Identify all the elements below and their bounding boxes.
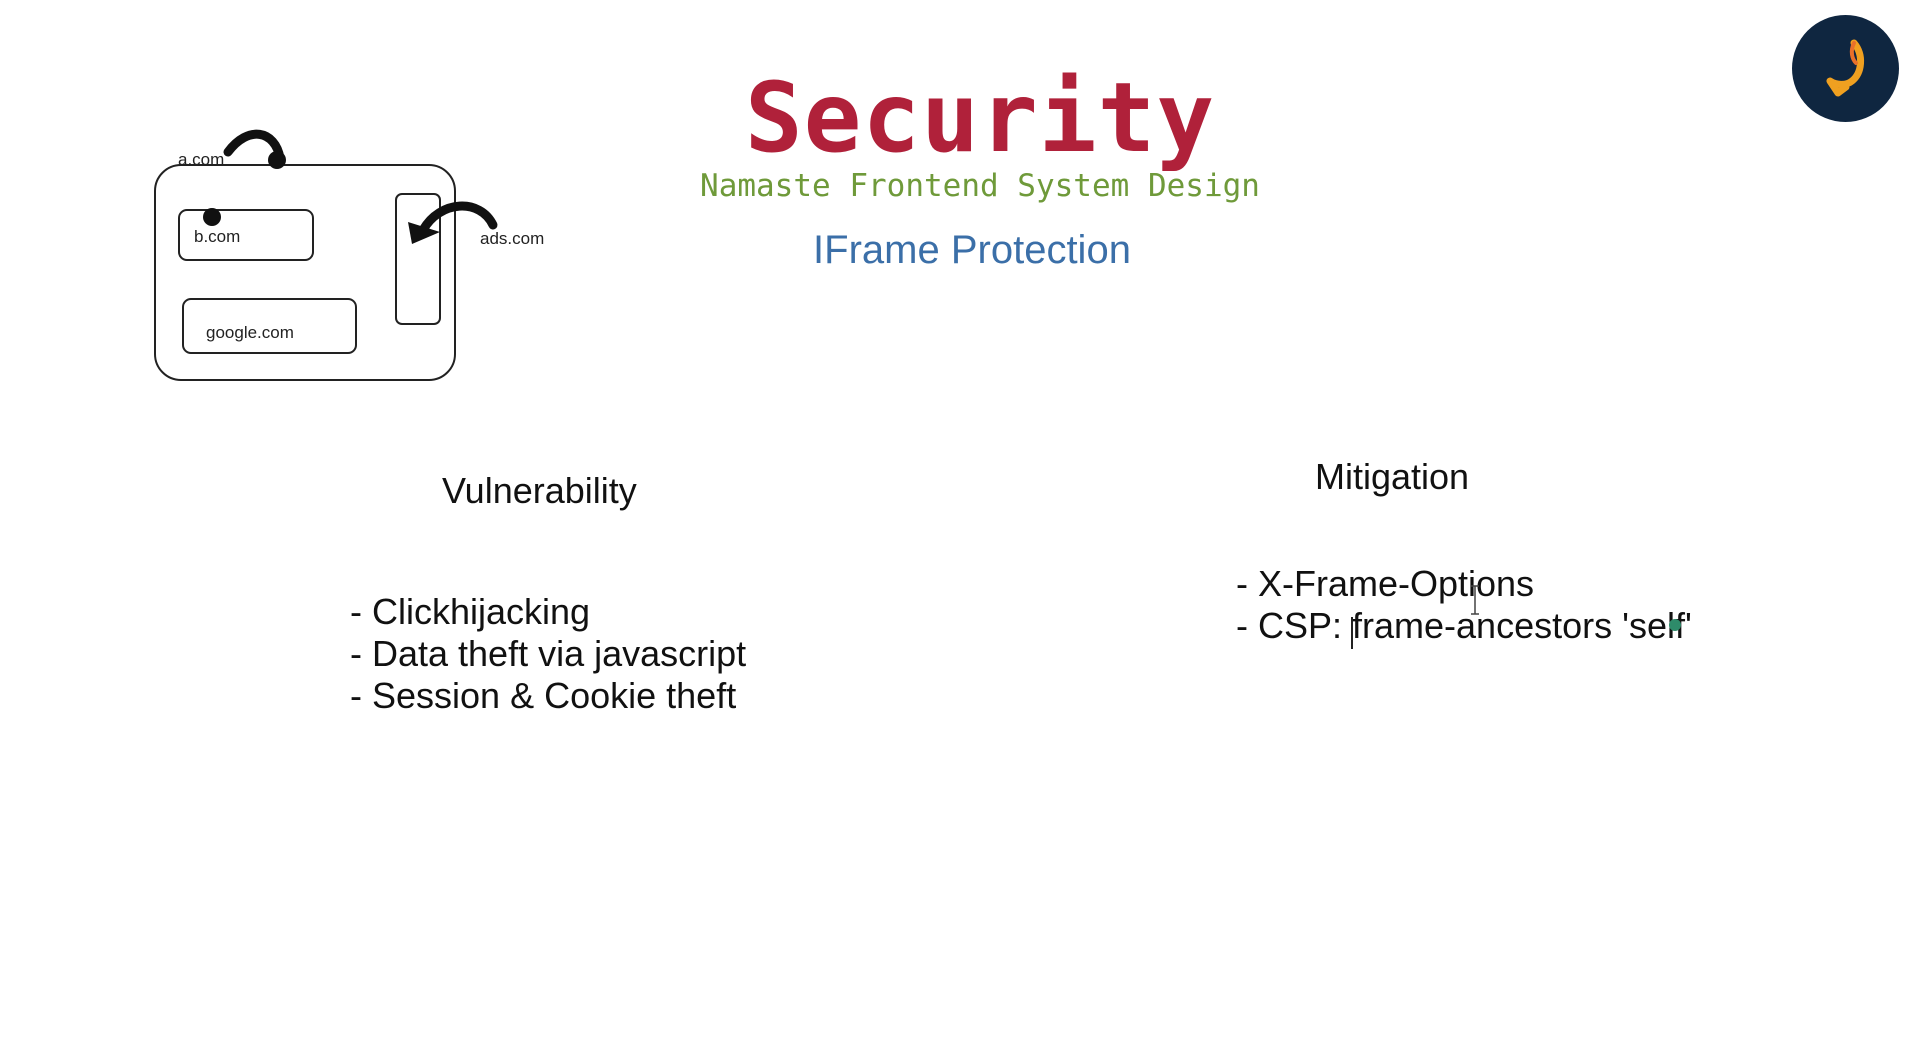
ibeam-cursor-icon <box>1471 585 1479 615</box>
vulnerability-heading: Vulnerability <box>442 470 637 511</box>
list-item: - CSP: frame-ancestors 'self' <box>1236 605 1692 646</box>
list-item: - Session & Cookie theft <box>350 675 737 716</box>
parent-page-box <box>154 164 456 381</box>
vulnerability-list: - Clickhijacking - Data theft via javasc… <box>350 591 746 717</box>
ads-arrow-icon <box>418 201 498 235</box>
label-a-com: a.com <box>178 150 224 169</box>
mitigation-list: - X-Frame-Options - CSP: frame-ancestors… <box>1236 563 1692 647</box>
label-google-com: google.com <box>206 323 294 342</box>
flame-logo-icon[interactable] <box>1792 15 1899 122</box>
label-b-com: b.com <box>194 227 240 246</box>
list-item: - Data theft via javascript <box>350 633 747 674</box>
mitigation-heading: Mitigation <box>1315 456 1470 497</box>
pointer-dot-icon <box>1669 619 1681 631</box>
list-item: - Clickhijacking <box>350 591 591 632</box>
list-item: - X-Frame-Options <box>1236 563 1535 604</box>
frame-b-dot-icon <box>203 208 221 226</box>
text-caret <box>1351 617 1353 649</box>
iframe-diagram: a.com b.com ads.com google.com <box>154 129 544 381</box>
label-ads-com: ads.com <box>480 229 544 248</box>
